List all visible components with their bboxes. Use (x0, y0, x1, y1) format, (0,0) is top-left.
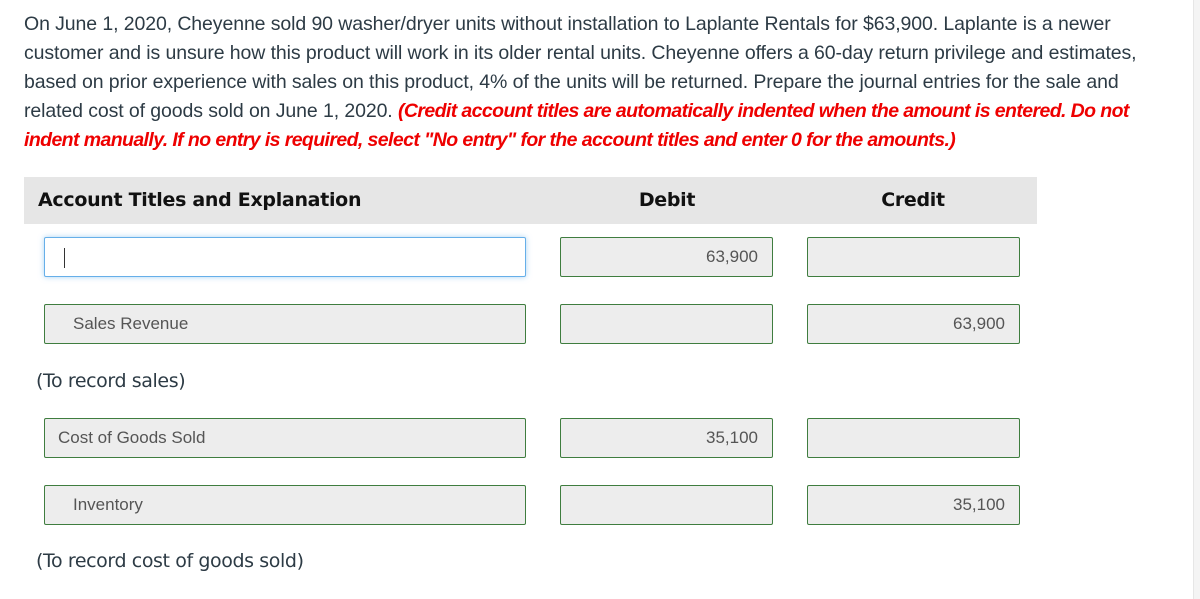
scrollbar-track (1193, 0, 1200, 599)
header-credit: Credit (881, 189, 945, 211)
account-title-input-1-2[interactable]: Sales Revenue (44, 304, 526, 344)
debit-input-2-1[interactable]: 35,100 (560, 418, 773, 458)
account-title-input-1-1[interactable] (44, 237, 526, 277)
entry-explanation-2: (To record cost of goods sold) (36, 550, 304, 572)
text-cursor (64, 247, 65, 268)
debit-input-1-1[interactable]: 63,900 (560, 237, 773, 277)
account-title-input-2-1[interactable]: Cost of Goods Sold (44, 418, 526, 458)
question-text: On June 1, 2020, Cheyenne sold 90 washer… (24, 10, 1164, 155)
debit-input-1-2[interactable] (560, 304, 773, 344)
header-debit: Debit (638, 189, 696, 211)
entry-explanation-1: (To record sales) (36, 370, 186, 392)
credit-input-1-1[interactable] (807, 237, 1020, 277)
credit-input-2-2[interactable]: 35,100 (807, 485, 1020, 525)
credit-input-2-1[interactable] (807, 418, 1020, 458)
account-title-input-2-2[interactable]: Inventory (44, 485, 526, 525)
debit-input-2-2[interactable] (560, 485, 773, 525)
header-account-titles: Account Titles and Explanation (38, 189, 362, 211)
credit-input-1-2[interactable]: 63,900 (807, 304, 1020, 344)
journal-table-header: Account Titles and Explanation Debit Cre… (24, 177, 1037, 224)
